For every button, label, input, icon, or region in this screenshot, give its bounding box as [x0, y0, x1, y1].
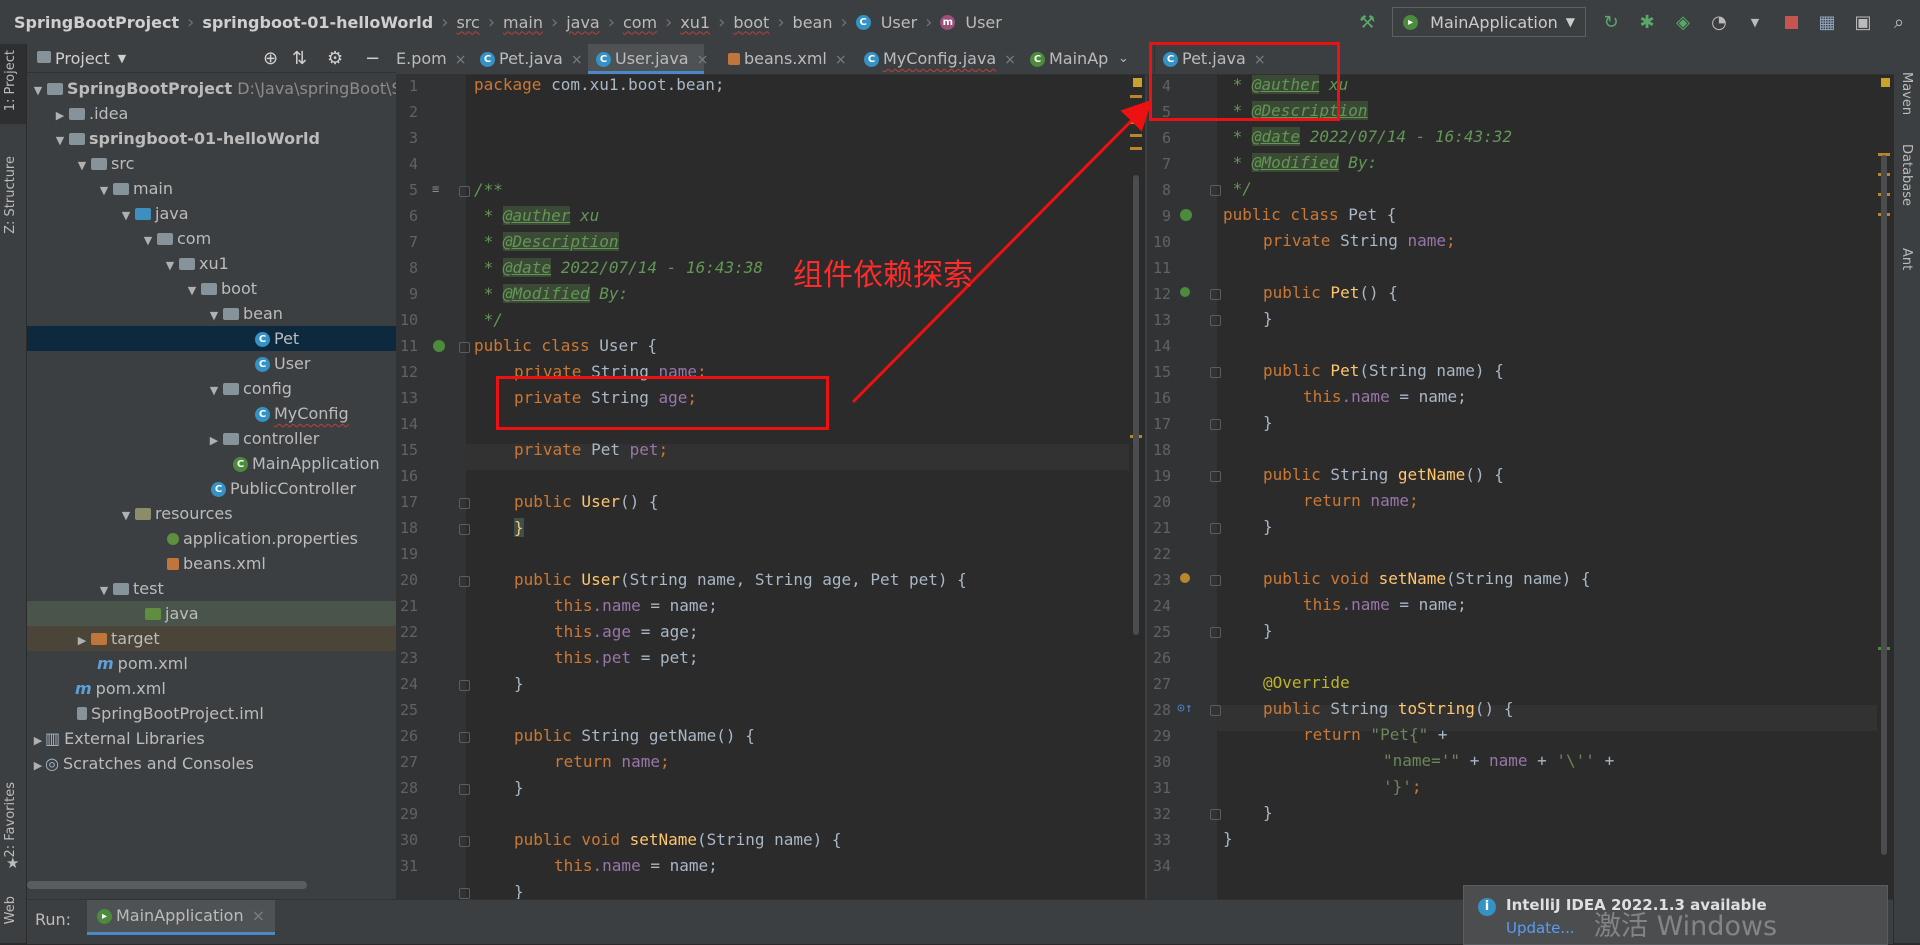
annotation-label: 组件依赖探索: [793, 258, 973, 293]
update-link[interactable]: Update...: [1506, 919, 1575, 937]
run-tab-label: MainApplication: [116, 906, 244, 925]
windows-activation-watermark: 激活 Windows: [1594, 911, 1778, 942]
spring-app-icon: ▸: [97, 909, 112, 924]
run-label: Run:: [35, 910, 72, 929]
annotation-arrow-icon: [851, 99, 1153, 404]
close-icon[interactable]: ×: [252, 906, 265, 925]
run-tab-mainapplication[interactable]: ▸ MainApplication ×: [87, 900, 275, 935]
info-icon: i: [1478, 898, 1496, 916]
